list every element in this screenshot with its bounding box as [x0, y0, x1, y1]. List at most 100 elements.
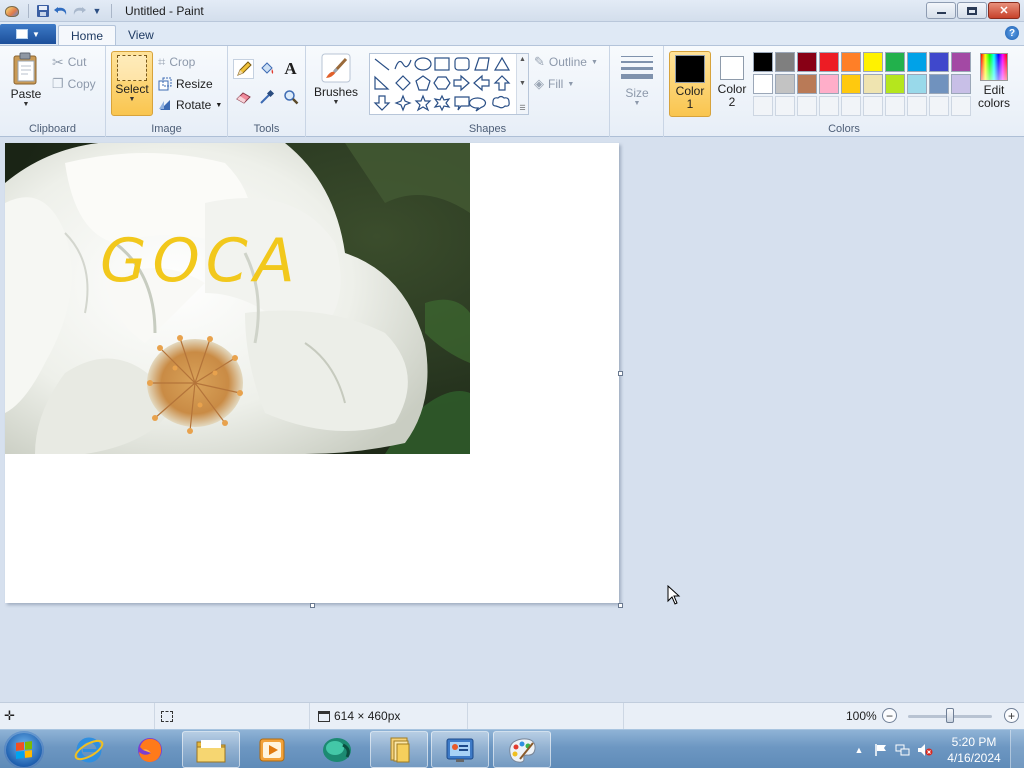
canvas-resize-handle-right[interactable] [618, 371, 623, 376]
redo-icon[interactable] [70, 2, 88, 20]
rectangle-callout-shape-icon[interactable] [454, 96, 470, 111]
brushes-button[interactable]: Brushes ▼ [313, 52, 359, 107]
palette-color-swatch[interactable] [929, 74, 949, 94]
network-icon[interactable] [892, 743, 914, 757]
text-tool-icon[interactable]: A [280, 59, 301, 79]
media-player-taskbar-icon[interactable] [243, 731, 301, 768]
diamond-shape-icon[interactable] [395, 75, 411, 91]
four-point-star-shape-icon[interactable] [394, 94, 412, 112]
size-button[interactable]: Size ▼ [618, 53, 656, 108]
palette-color-swatch[interactable] [753, 74, 773, 94]
paste-button[interactable]: Paste ▼ [6, 52, 46, 109]
palette-color-swatch[interactable] [797, 74, 817, 94]
palette-color-swatch[interactable] [775, 52, 795, 72]
pentagon-shape-icon[interactable] [415, 75, 431, 91]
select-button[interactable]: Select ▼ [111, 51, 153, 116]
up-arrow-shape-icon[interactable] [493, 75, 511, 91]
shapes-gallery[interactable]: ▲ ▼ ☰ [369, 53, 529, 115]
action-center-flag-icon[interactable] [870, 743, 892, 757]
tab-view[interactable]: View [116, 25, 166, 45]
custom-color-slot[interactable] [819, 96, 839, 116]
palette-color-swatch[interactable] [841, 74, 861, 94]
start-button[interactable] [4, 731, 44, 768]
pasted-flower-image[interactable]: GOCA [5, 143, 470, 454]
help-icon[interactable]: ? [1005, 26, 1019, 40]
taskbar-clock[interactable]: 5:20 PM 4/16/2024 [940, 734, 1008, 766]
restore-button[interactable] [957, 2, 987, 19]
six-point-star-shape-icon[interactable] [433, 94, 451, 112]
copy-button[interactable]: ❐ Copy [52, 75, 96, 93]
custom-color-slot[interactable] [841, 96, 861, 116]
rotate-button[interactable]: Rotate ▼ [158, 96, 222, 114]
palette-color-swatch[interactable] [753, 52, 773, 72]
color1-button[interactable]: Color 1 [669, 51, 711, 117]
custom-color-slot[interactable] [753, 96, 773, 116]
right-arrow-shape-icon[interactable] [453, 74, 470, 92]
custom-color-slot[interactable] [951, 96, 971, 116]
palette-color-swatch[interactable] [907, 74, 927, 94]
paint-menu-button[interactable]: ▼ [0, 24, 56, 44]
palette-color-swatch[interactable] [929, 52, 949, 72]
shapes-gallery-scroll[interactable]: ▲ ▼ ☰ [516, 54, 528, 114]
edit-colors-button[interactable]: Edit colors [976, 53, 1012, 110]
customize-qat-chevron-icon[interactable]: ▼ [88, 2, 106, 20]
resize-button[interactable]: Resize [158, 75, 213, 93]
control-panel-taskbar-icon[interactable] [431, 731, 489, 768]
paint-app-icon[interactable] [3, 3, 19, 19]
zoom-out-button[interactable]: − [882, 708, 897, 723]
file-explorer-taskbar-icon[interactable] [182, 731, 240, 768]
show-desktop-button[interactable] [1010, 730, 1024, 768]
cut-button[interactable]: ✂ Cut [52, 53, 86, 71]
paint-taskbar-icon[interactable] [493, 731, 551, 768]
five-point-star-shape-icon[interactable] [414, 94, 432, 112]
custom-color-slot[interactable] [929, 96, 949, 116]
palette-color-swatch[interactable] [885, 74, 905, 94]
firefox-taskbar-icon[interactable] [121, 731, 179, 768]
chevron-up-icon[interactable]: ▲ [519, 56, 526, 63]
zoom-in-button[interactable]: + [1004, 708, 1019, 723]
rectangle-shape-icon[interactable] [434, 57, 450, 71]
canvas-workspace[interactable]: GOCA [0, 137, 1024, 702]
documents-taskbar-icon[interactable] [370, 731, 428, 768]
pencil-tool[interactable] [233, 59, 254, 79]
crop-button[interactable]: ⌗ Crop [158, 53, 195, 71]
oval-shape-icon[interactable] [414, 57, 432, 71]
palette-color-swatch[interactable] [841, 52, 861, 72]
palette-color-swatch[interactable] [885, 52, 905, 72]
palette-color-swatch[interactable] [951, 74, 971, 94]
right-triangle-shape-icon[interactable] [374, 75, 390, 90]
curve-shape-icon[interactable] [394, 59, 412, 70]
palette-color-swatch[interactable] [797, 52, 817, 72]
app-taskbar-icon[interactable] [308, 731, 366, 768]
volume-muted-icon[interactable] [914, 743, 936, 757]
palette-color-swatch[interactable] [863, 74, 883, 94]
custom-color-slot[interactable] [797, 96, 817, 116]
close-button[interactable]: ✕ [988, 2, 1020, 19]
fill-tool[interactable] [256, 59, 277, 79]
canvas-resize-handle-bottom[interactable] [310, 603, 315, 608]
tab-home[interactable]: Home [58, 25, 117, 45]
palette-color-swatch[interactable] [863, 52, 883, 72]
canvas-resize-handle-corner[interactable] [618, 603, 623, 608]
palette-color-swatch[interactable] [907, 52, 927, 72]
palette-color-swatch[interactable] [819, 74, 839, 94]
show-hidden-icons-icon[interactable]: ▲ [848, 745, 870, 755]
fill-button[interactable]: ◈ Fill ▼ [534, 75, 574, 93]
chevron-down-icon[interactable]: ▼ [519, 80, 526, 87]
custom-color-slot[interactable] [907, 96, 927, 116]
drawing-canvas[interactable]: GOCA [5, 143, 619, 603]
undo-icon[interactable] [52, 2, 70, 20]
palette-color-swatch[interactable] [775, 74, 795, 94]
polygon-shape-icon[interactable] [474, 57, 490, 71]
left-arrow-shape-icon[interactable] [473, 74, 490, 92]
hexagon-shape-icon[interactable] [433, 76, 451, 90]
cloud-callout-shape-icon[interactable] [492, 95, 510, 109]
custom-color-slot[interactable] [775, 96, 795, 116]
zoom-slider-thumb[interactable] [946, 708, 954, 723]
minimize-button[interactable] [926, 2, 956, 19]
down-arrow-shape-icon[interactable] [373, 95, 391, 111]
oval-callout-shape-icon[interactable] [468, 97, 487, 112]
rounded-rectangle-shape-icon[interactable] [454, 57, 470, 71]
custom-color-slot[interactable] [885, 96, 905, 116]
custom-color-slot[interactable] [863, 96, 883, 116]
